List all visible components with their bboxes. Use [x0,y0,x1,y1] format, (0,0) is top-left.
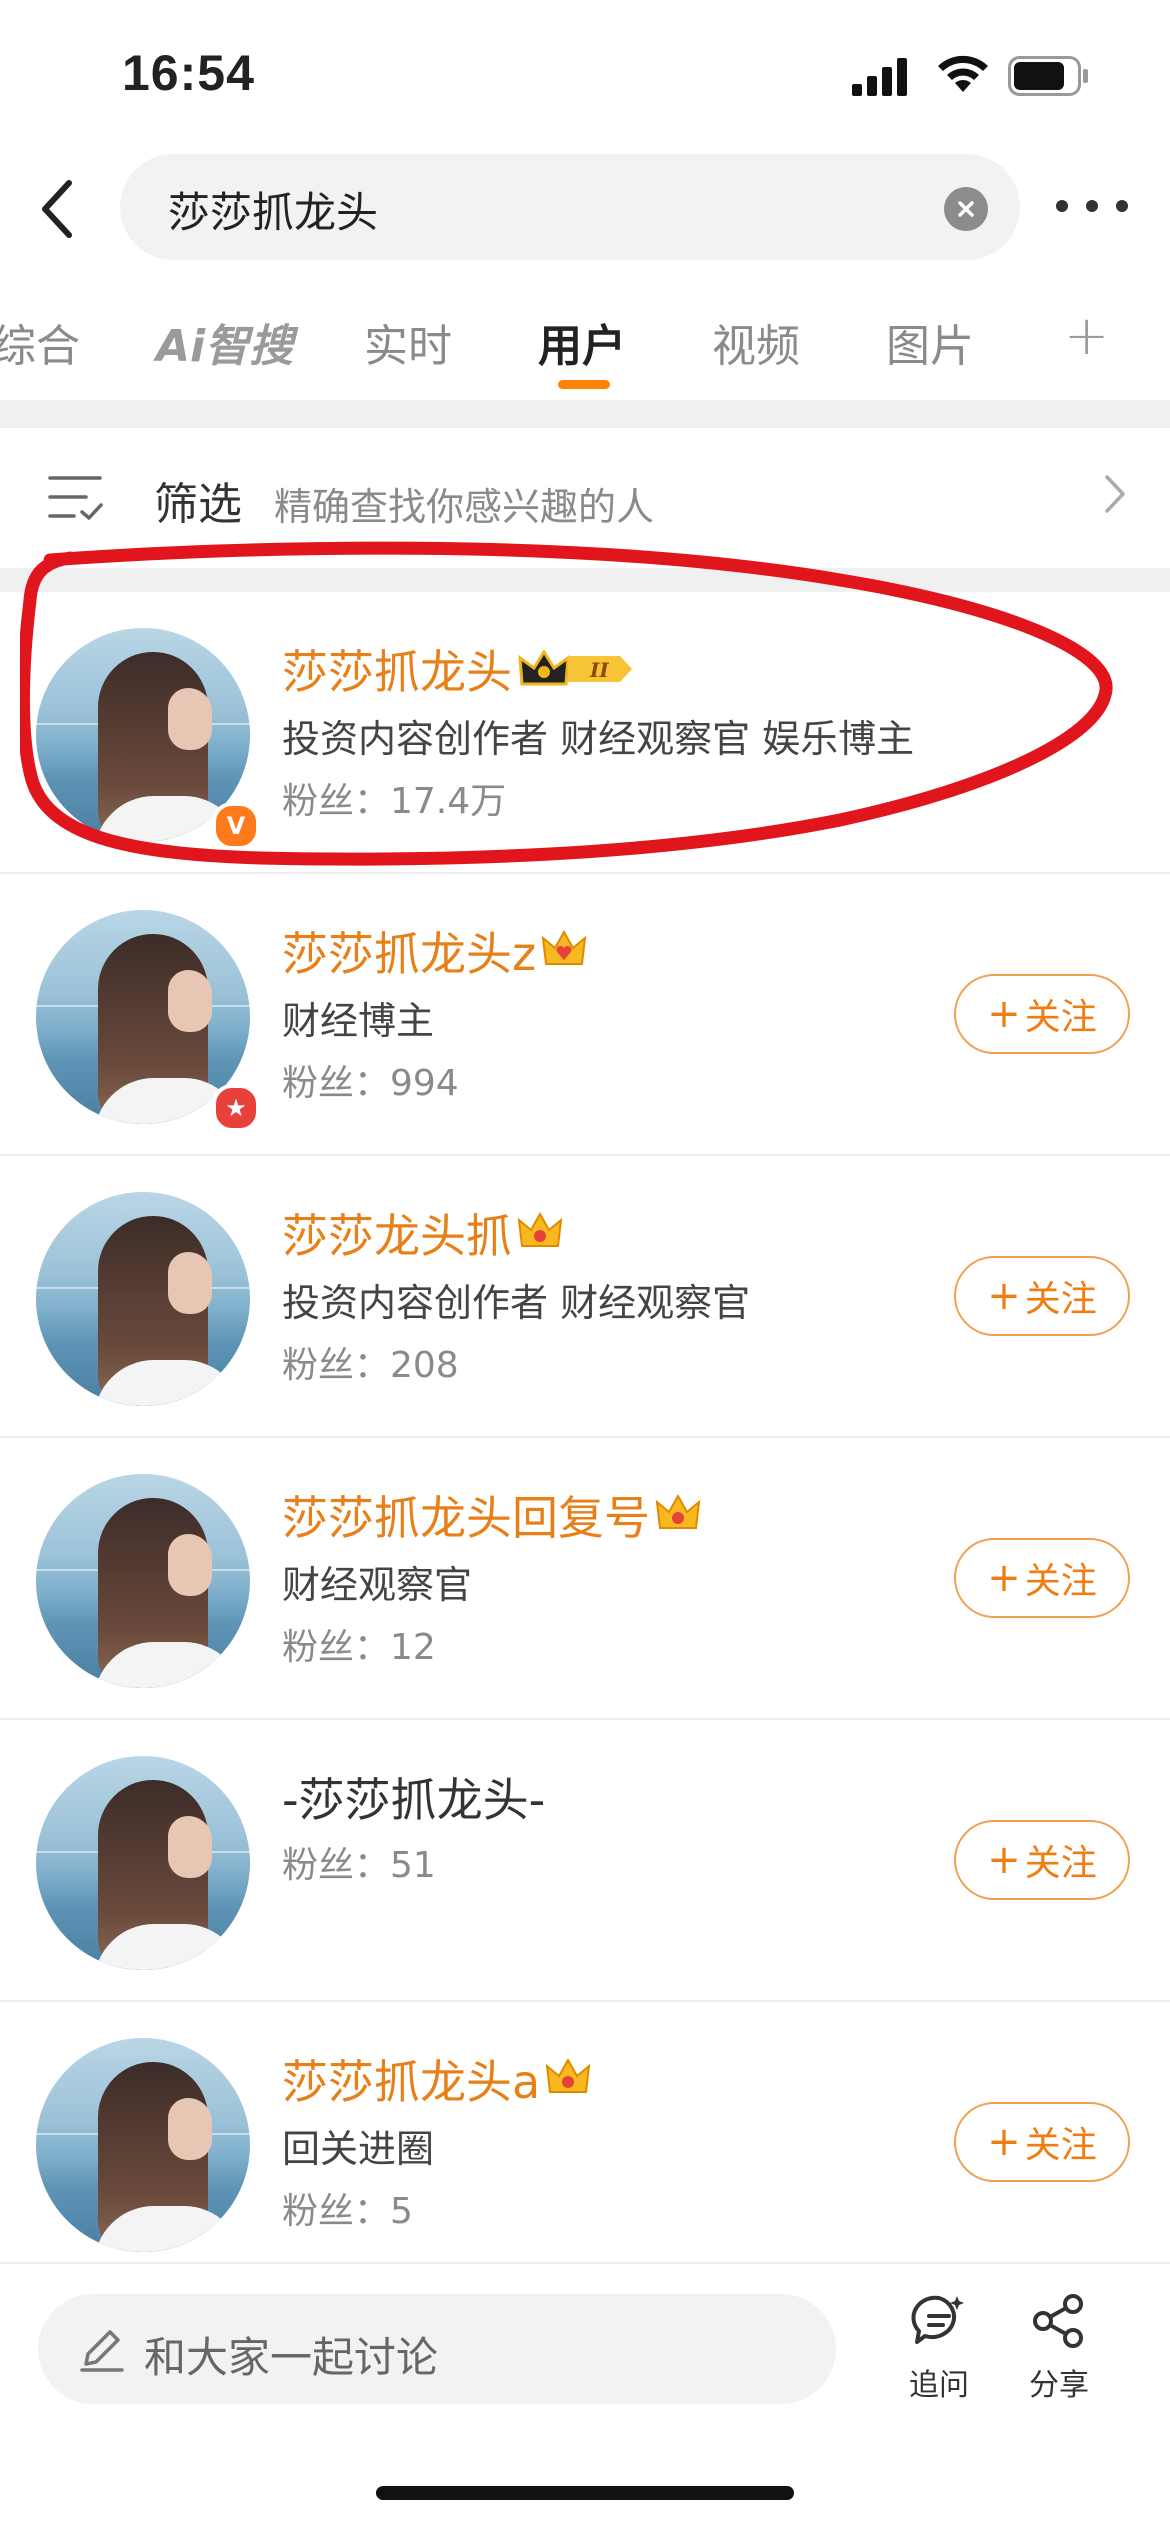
user-name[interactable]: 莎莎抓龙头z [282,918,536,984]
user-description: 投资内容创作者 财经观察官 [282,1281,751,1325]
home-indicator[interactable] [376,2486,794,2500]
pencil-icon [80,2330,124,2372]
wifi-icon [938,55,988,92]
user-description: 投资内容创作者 财经观察官 娱乐博主 [282,717,915,761]
add-tab-button[interactable]: + [1064,304,1109,367]
user-name[interactable]: 莎莎抓龙头回复号 [282,1482,650,1548]
close-icon [958,201,974,217]
plus-icon: + [987,991,1021,1037]
user-followers: 粉丝：5 [282,2191,413,2232]
follow-label: 关注 [1024,997,1097,1038]
follow-label: 关注 [1024,1561,1097,1602]
clear-search-button[interactable] [944,187,988,231]
follow-button[interactable]: + 关注 [954,1820,1130,1900]
list-item[interactable]: 莎莎抓龙头a 回关进圈 粉丝：5 + 关注 [0,2002,1170,2284]
active-tab-indicator [558,380,610,389]
user-results-list: V 莎莎抓龙头 II 投资内容创作者 财经观察官 娱乐博主 粉丝：17.4万 ★… [0,592,1170,2284]
plus-icon: + [987,1555,1021,1601]
plus-icon: + [987,2119,1021,2165]
user-name[interactable]: 莎莎抓龙头a [282,2046,540,2112]
follow-button[interactable]: + 关注 [954,974,1130,1054]
avatar[interactable] [36,2038,250,2252]
follow-button[interactable]: + 关注 [954,1256,1130,1336]
user-description: 财经观察官 [282,1563,473,1607]
filter-row[interactable]: 筛选 精确查找你感兴趣的人 [0,428,1170,568]
verified-badge-icon: ★ [212,1084,260,1132]
divider [0,568,1170,592]
user-followers: 粉丝：994 [282,1063,459,1104]
user-name[interactable]: 莎莎龙头抓 [282,1200,512,1266]
share-label: 分享 [1029,2368,1089,2403]
ask-label: 追问 [909,2368,969,2403]
dot-icon [1116,200,1128,212]
tab-realtime[interactable]: 实时 [364,310,452,374]
user-name[interactable]: 莎莎抓龙头 [282,636,512,702]
tab-images[interactable]: 图片 [886,310,974,374]
vip-crown-icon: II [518,649,632,686]
comment-placeholder: 和大家一起讨论 [144,2333,439,2382]
search-tabs: 综合 Ai智搜 实时 用户 视频 图片 + [0,280,1170,400]
follow-label: 关注 [1024,1279,1097,1320]
list-item[interactable]: ★ 莎莎抓龙头z 财经博主 粉丝：994 + 关注 [0,874,1170,1156]
crown-icon [541,929,587,965]
list-item[interactable]: 莎莎抓龙头回复号 财经观察官 粉丝：12 + 关注 [0,1438,1170,1720]
comment-input[interactable]: 和大家一起讨论 [38,2294,836,2404]
list-item[interactable]: -莎莎抓龙头- 粉丝：51 + 关注 [0,1720,1170,2002]
filter-label: 筛选 [154,479,242,530]
user-followers: 粉丝：51 [282,1845,436,1886]
follow-button[interactable]: + 关注 [954,2102,1130,2182]
plus-icon: + [987,1837,1021,1883]
filter-icon [48,476,103,520]
signal-icon [852,58,907,96]
user-description: 财经博主 [282,999,435,1043]
share-icon [1033,2294,1083,2348]
chat-question-icon [911,2295,964,2344]
crown-icon [545,2057,591,2093]
ask-button[interactable]: 追问 [884,2292,994,2404]
follow-label: 关注 [1024,1843,1097,1884]
back-button[interactable] [26,174,86,244]
tab-comprehensive[interactable]: 综合 [0,310,80,374]
battery-icon [1008,56,1088,96]
svg-text:II: II [589,658,609,682]
crown-icon [655,1493,701,1529]
user-description: 回关进圈 [282,2127,435,2171]
status-time: 16:54 [122,45,255,101]
verified-badge-icon: V [212,802,260,850]
search-query: 莎莎抓龙头 [168,188,379,237]
avatar[interactable] [36,1192,250,1406]
tab-users[interactable]: 用户 [538,310,626,374]
more-options-button[interactable] [1056,186,1128,226]
user-name[interactable]: -莎莎抓龙头- [282,1764,545,1830]
divider [0,400,1170,428]
avatar[interactable] [36,1756,250,1970]
search-input[interactable]: 莎莎抓龙头 [120,154,1020,260]
user-followers: 粉丝：208 [282,1345,459,1386]
crown-icon [517,1211,563,1247]
share-button[interactable]: 分享 [1004,2292,1114,2404]
follow-label: 关注 [1024,2125,1097,2166]
list-item[interactable]: V 莎莎抓龙头 II 投资内容创作者 财经观察官 娱乐博主 粉丝：17.4万 [0,592,1170,874]
status-bar: 16:54 [0,0,1170,150]
chevron-right-icon [1105,475,1125,513]
user-followers: 粉丝：17.4万 [282,781,507,822]
avatar[interactable] [36,1474,250,1688]
chevron-left-icon [42,180,72,238]
dot-icon [1056,200,1068,212]
dot-icon [1086,200,1098,212]
tab-video[interactable]: 视频 [712,310,800,374]
search-header: 莎莎抓龙头 [0,150,1170,270]
plus-icon: + [987,1273,1021,1319]
follow-button[interactable]: + 关注 [954,1538,1130,1618]
user-followers: 粉丝：12 [282,1627,436,1668]
tab-ai-search[interactable]: Ai智搜 [156,310,293,374]
list-item[interactable]: 莎莎龙头抓 投资内容创作者 财经观察官 粉丝：208 + 关注 [0,1156,1170,1438]
filter-hint: 精确查找你感兴趣的人 [274,485,655,529]
